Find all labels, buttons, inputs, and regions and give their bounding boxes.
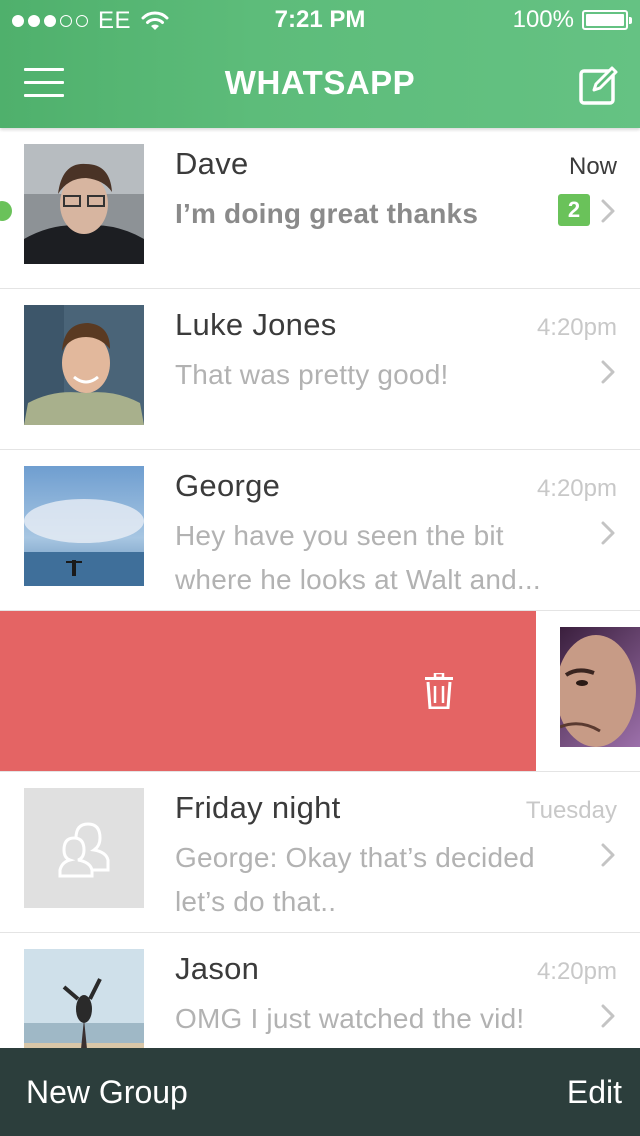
avatar [24,466,144,586]
compose-icon[interactable] [578,64,620,106]
group-avatar [24,788,144,908]
chevron-right-icon [601,843,615,867]
avatar [560,627,640,747]
conversation-time: 4:20pm [536,314,617,341]
bottom-toolbar: New Group Edit [0,1048,640,1136]
status-bar: EE 7:21 PM 100% [0,0,640,40]
conversation-row-swiped[interactable] [0,611,640,772]
preview-line: let’s do that.. [175,886,337,917]
trash-icon [425,673,453,709]
conversation-row-dave[interactable]: Dave Now I’m doing great thanks 2 [0,128,640,289]
app-title: WHATSAPP [224,64,416,101]
conversation-preview: OMG I just watched the vid! [175,1003,525,1034]
edit-button[interactable]: Edit [567,1074,622,1111]
chevron-right-icon [601,1004,615,1028]
conversation-name: Jason [175,951,260,986]
preview-line: where he looks at Walt and... [175,564,541,595]
chevron-right-icon [601,199,615,223]
battery-percent: 100% [512,6,574,33]
unread-count-badge: 2 [558,194,590,226]
chevron-right-icon [601,360,615,384]
conversation-row-george[interactable]: George 4:20pm Hey have you seen the bit … [0,450,640,611]
avatar [24,305,144,425]
conversation-name: Friday night [175,790,341,825]
new-group-button[interactable]: New Group [26,1074,188,1111]
conversation-name: George [175,468,281,503]
preview-line: George: Okay that’s decided [175,842,535,873]
conversation-name: Dave [175,146,249,181]
app-header: EE 7:21 PM 100% WHATSAPP [0,0,640,128]
group-icon [58,822,110,878]
chevron-right-icon [601,521,615,545]
conversation-time: Now [568,153,617,180]
avatar [24,144,144,264]
conversation-preview: I’m doing great thanks [175,198,479,229]
conversation-preview: Hey have you seen the bit where he looks… [175,514,565,602]
conversation-list: Dave Now I’m doing great thanks 2 Luke J… [0,128,640,1094]
conversation-time: 4:20pm [536,475,617,502]
unread-indicator [0,201,12,221]
conversation-row-luke-jones[interactable]: Luke Jones 4:20pm That was pretty good! [0,289,640,450]
conversation-name: Luke Jones [175,307,337,342]
status-right: 100% [512,6,632,34]
conversation-row-friday-night[interactable]: Friday night Tuesday George: Okay that’s… [0,772,640,933]
preview-line: Hey have you seen the bit [175,520,504,551]
delete-button[interactable] [0,611,536,771]
battery-icon [582,10,632,30]
conversation-time: 4:20pm [536,958,617,985]
conversation-preview: George: Okay that’s decided let’s do tha… [175,836,565,924]
conversation-preview: That was pretty good! [175,359,449,390]
conversation-time: Tuesday [525,797,617,824]
